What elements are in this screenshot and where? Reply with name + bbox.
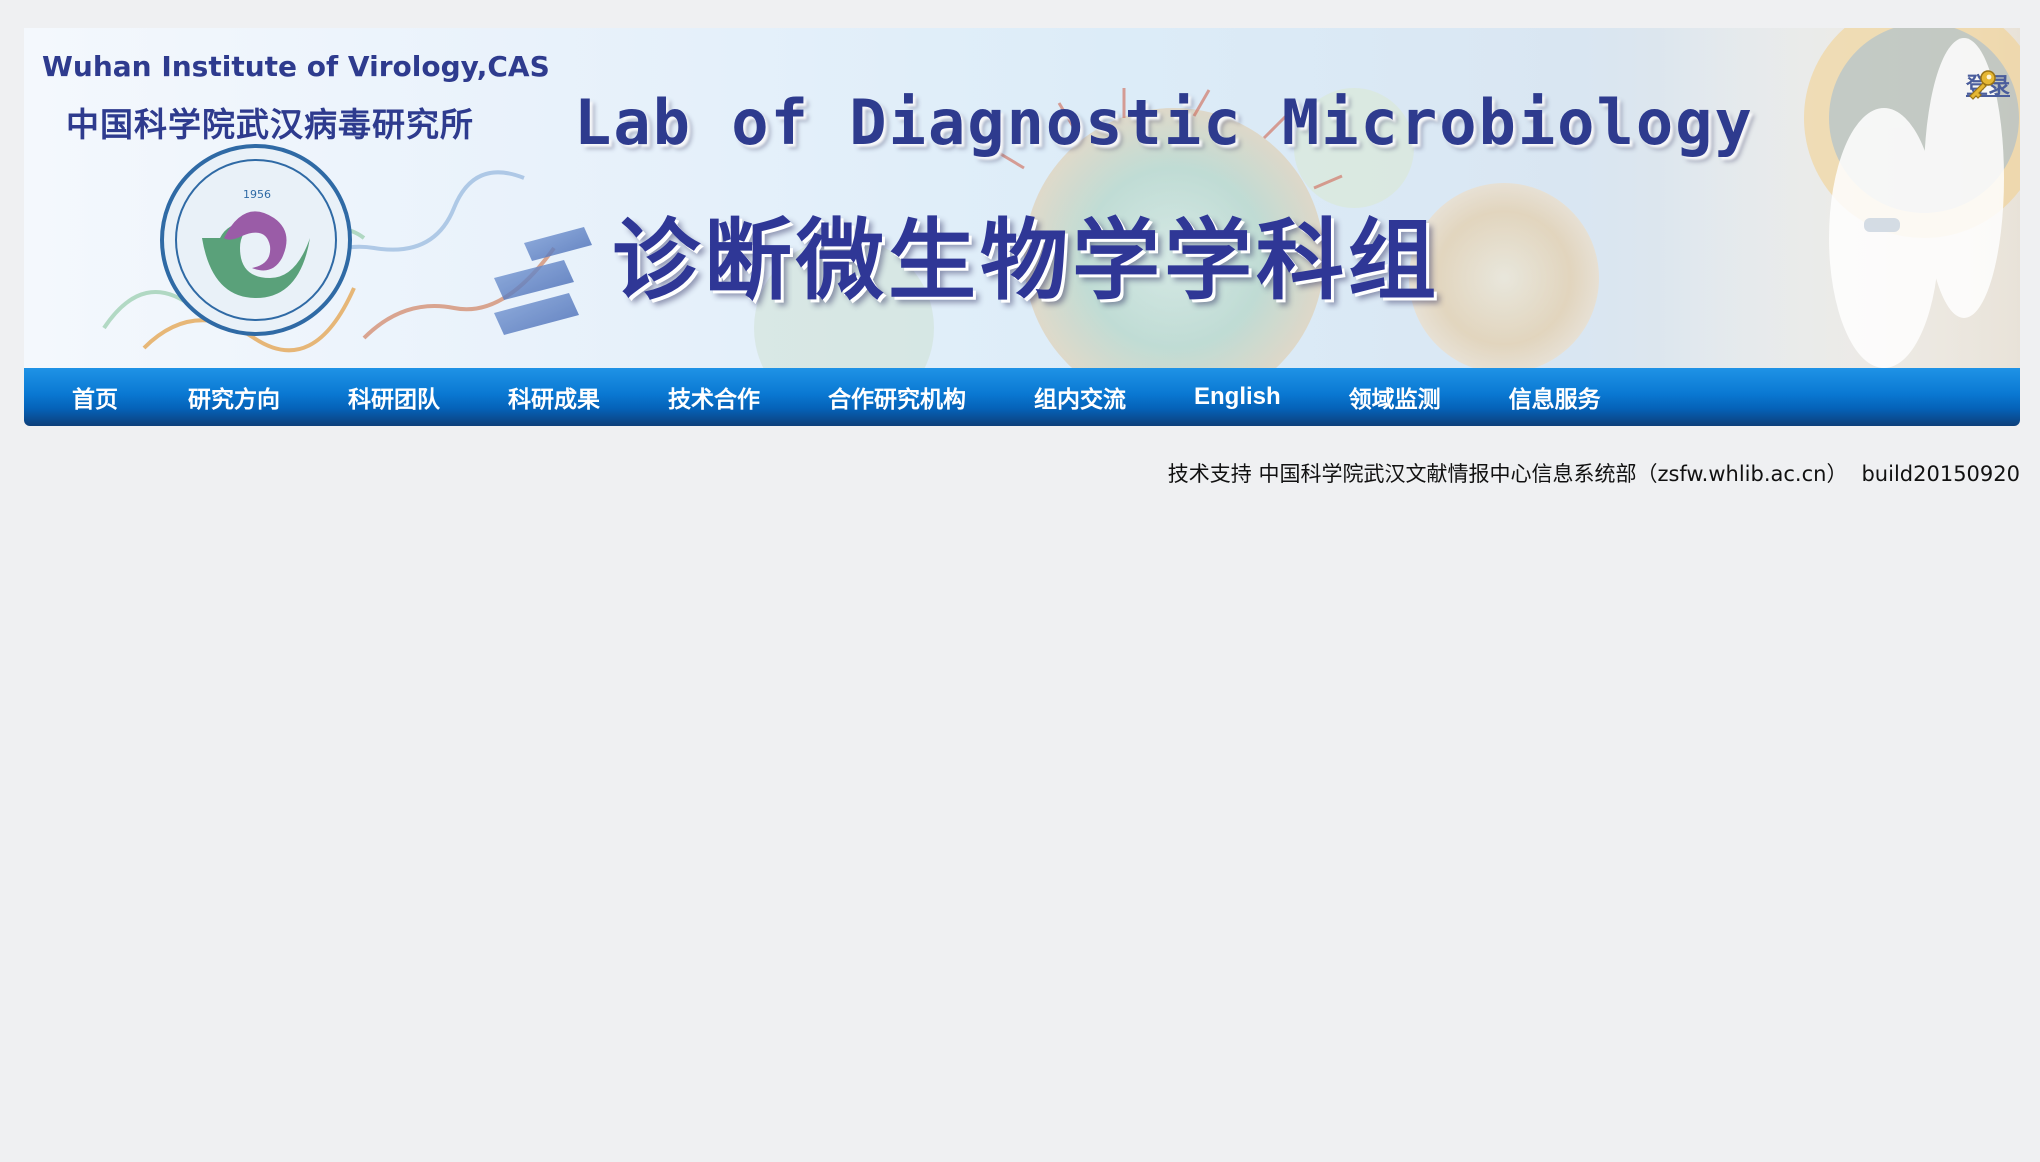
header-banner: Wuhan Institute of Virology,CAS 中国科学院武汉病…: [24, 28, 2020, 368]
nav-item-research-directions[interactable]: 研究方向: [188, 380, 280, 414]
nav-item-research-team[interactable]: 科研团队: [348, 380, 440, 414]
page: Wuhan Institute of Virology,CAS 中国科学院武汉病…: [0, 0, 2040, 1162]
nav-item-tech-cooperation[interactable]: 技术合作: [668, 380, 760, 414]
footer-support-text: 技术支持 中国科学院武汉文献情报中心信息系统部（zsfw.whlib.ac.cn…: [1167, 462, 1848, 486]
login-link[interactable]: 登录: [1964, 68, 2010, 100]
main-nav: 首页 研究方向 科研团队 科研成果 技术合作 合作研究机构 组内交流 Engli…: [24, 368, 2020, 426]
lab-title-en: Lab of Diagnostic Microbiology: [574, 86, 1754, 159]
nav-item-group-exchange[interactable]: 组内交流: [1034, 380, 1126, 414]
nav-item-english[interactable]: English: [1194, 383, 1281, 411]
lab-title-cn: 诊断微生物学学科组: [612, 209, 1441, 312]
logo-year: 1956: [243, 188, 271, 201]
nav-item-info-services[interactable]: 信息服务: [1509, 380, 1601, 414]
nav-item-partner-institutions[interactable]: 合作研究机构: [828, 380, 966, 414]
institute-logo: [160, 144, 352, 336]
footer: 技术支持 中国科学院武汉文献情报中心信息系统部（zsfw.whlib.ac.cn…: [1168, 458, 2020, 488]
nav-item-home[interactable]: 首页: [72, 380, 118, 414]
nav-item-field-monitoring[interactable]: 领域监测: [1349, 380, 1441, 414]
institute-name-cn: 中国科学院武汉病毒研究所: [66, 105, 474, 144]
footer-build: build20150920: [1861, 462, 2020, 486]
institute-name-en: Wuhan Institute of Virology,CAS: [42, 50, 550, 83]
nav-item-research-results[interactable]: 科研成果: [508, 380, 600, 414]
